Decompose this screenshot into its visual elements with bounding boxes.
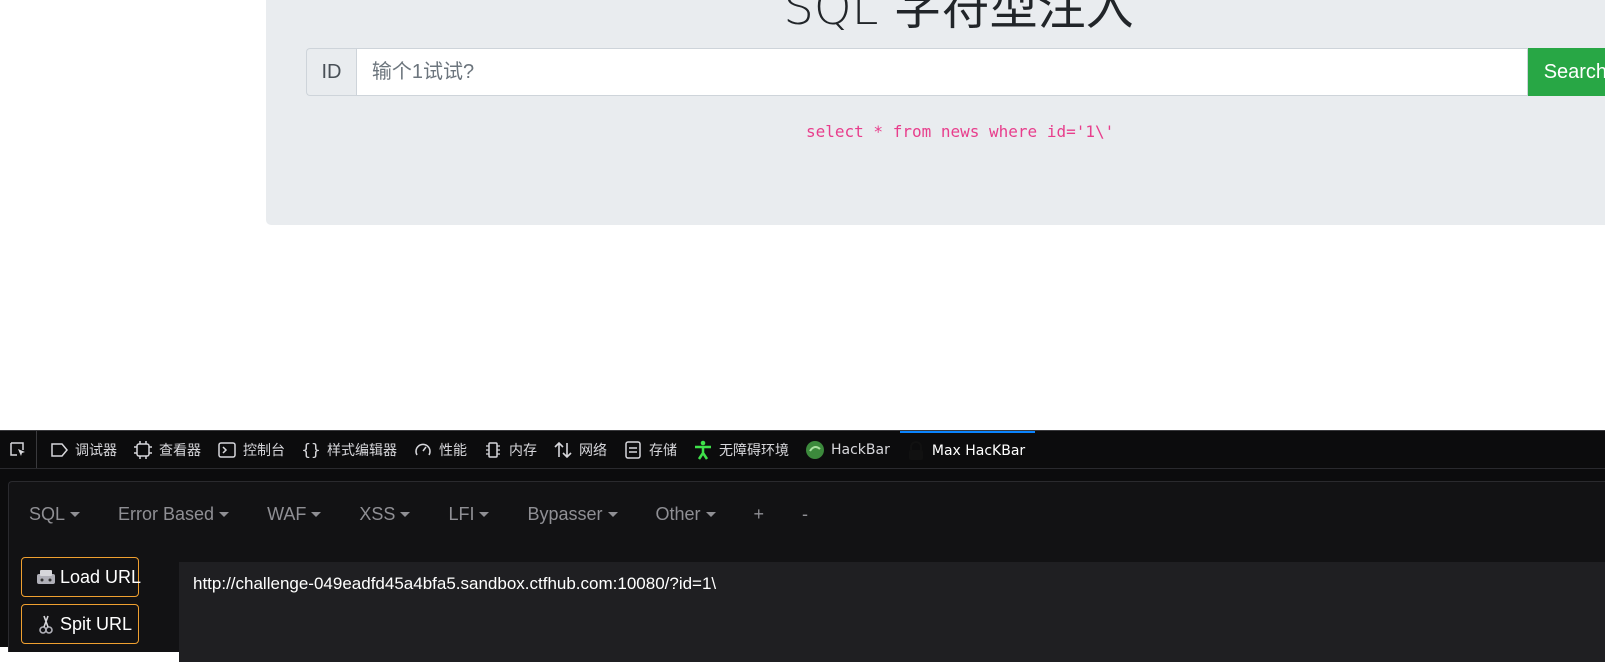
- search-input-group: ID Search: [306, 48, 1605, 96]
- menu-error-based[interactable]: Error Based: [118, 504, 230, 525]
- debugger-icon: [49, 440, 69, 460]
- tab-accessibility[interactable]: 无障碍环境: [687, 431, 799, 468]
- tab-memory[interactable]: 内存: [477, 431, 547, 468]
- devtools-tabbar: 调试器 查看器 控制台 {} 样式编辑器 性能 内存 网络 存储 无障碍环境 H…: [0, 431, 1605, 469]
- tab-network[interactable]: 网络: [547, 431, 617, 468]
- menu-bypasser[interactable]: Bypasser: [527, 504, 618, 525]
- chevron-down-icon: [311, 512, 322, 517]
- tab-label: 内存: [509, 442, 537, 459]
- menu-label: LFI: [448, 504, 475, 524]
- tab-inspector[interactable]: 查看器: [127, 431, 211, 468]
- menu-label: WAF: [267, 504, 307, 524]
- style-editor-icon: {}: [301, 440, 321, 459]
- tab-label: 调试器: [75, 442, 117, 459]
- menu-label: XSS: [359, 504, 396, 524]
- chevron-down-icon: [607, 512, 618, 517]
- inspector-icon: [133, 440, 153, 460]
- tab-label: 无障碍环境: [719, 442, 789, 459]
- id-prefix-label: ID: [306, 48, 356, 96]
- tab-console[interactable]: 控制台: [211, 431, 295, 468]
- sql-query-text: select * from news where id='1\': [806, 122, 1115, 141]
- devtools-panel: 调试器 查看器 控制台 {} 样式编辑器 性能 内存 网络 存储 无障碍环境 H…: [0, 430, 1605, 662]
- accessibility-icon: [693, 440, 713, 460]
- tab-label: Max HacKBar: [931, 442, 1026, 459]
- network-icon: [553, 440, 573, 460]
- menu-label: Error Based: [118, 504, 215, 524]
- menu-lfi[interactable]: LFI: [448, 504, 490, 525]
- menu-other[interactable]: Other: [656, 504, 716, 525]
- max-hackbar-panel: SQL Error Based WAF XSS LFI Bypasser Oth…: [8, 481, 1605, 662]
- chevron-down-icon: [479, 512, 490, 517]
- tab-label: 样式编辑器: [327, 442, 397, 459]
- chevron-down-icon: [705, 512, 716, 517]
- tab-label: 网络: [579, 442, 607, 459]
- load-url-button[interactable]: Load URL: [21, 557, 142, 597]
- split-url-icon: [36, 614, 56, 634]
- hackbar-menu: SQL Error Based WAF XSS LFI Bypasser Oth…: [29, 504, 846, 525]
- tab-label: 查看器: [159, 442, 201, 459]
- memory-icon: [483, 440, 503, 460]
- menu-plus[interactable]: +: [754, 504, 765, 525]
- url-textarea[interactable]: http://challenge-049eadfd45a4bfa5.sandbo…: [179, 562, 1605, 662]
- jumbotron: SQL 字符型注入: [266, 0, 1605, 225]
- split-url-label: Spit URL: [60, 613, 133, 634]
- tab-label: 性能: [439, 442, 467, 459]
- split-url-button[interactable]: Spit URL: [21, 604, 139, 644]
- storage-icon: [623, 440, 643, 460]
- menu-minus[interactable]: -: [802, 504, 808, 525]
- performance-icon: [413, 440, 433, 460]
- hackbar-icon: [805, 440, 825, 460]
- tab-label: 控制台: [243, 442, 285, 459]
- tab-label: HackBar: [831, 441, 890, 458]
- tab-max-hackbar[interactable]: Max HacKBar: [899, 431, 1036, 468]
- menu-sql[interactable]: SQL: [29, 504, 81, 525]
- menu-label: Other: [655, 504, 701, 524]
- console-icon: [217, 440, 237, 460]
- element-picker-icon[interactable]: [0, 431, 37, 468]
- tab-hackbar[interactable]: HackBar: [799, 431, 900, 468]
- tab-storage[interactable]: 存储: [617, 431, 687, 468]
- tab-label: 存储: [649, 442, 677, 459]
- chevron-down-icon: [400, 512, 411, 517]
- tab-performance[interactable]: 性能: [407, 431, 477, 468]
- tab-style-editor[interactable]: {} 样式编辑器: [295, 431, 407, 468]
- max-hackbar-icon: [906, 440, 926, 461]
- menu-label: SQL: [29, 504, 66, 524]
- id-input[interactable]: [355, 48, 1528, 96]
- search-button[interactable]: Search: [1527, 48, 1605, 96]
- page-title: SQL 字符型注入: [783, 0, 1134, 36]
- menu-label: Bypasser: [527, 504, 603, 524]
- load-url-icon: [36, 567, 56, 587]
- chevron-down-icon: [70, 512, 81, 517]
- load-url-label: Load URL: [60, 566, 142, 587]
- menu-waf[interactable]: WAF: [267, 504, 322, 525]
- tab-debugger[interactable]: 调试器: [43, 431, 127, 468]
- menu-xss[interactable]: XSS: [359, 504, 411, 525]
- chevron-down-icon: [219, 512, 230, 517]
